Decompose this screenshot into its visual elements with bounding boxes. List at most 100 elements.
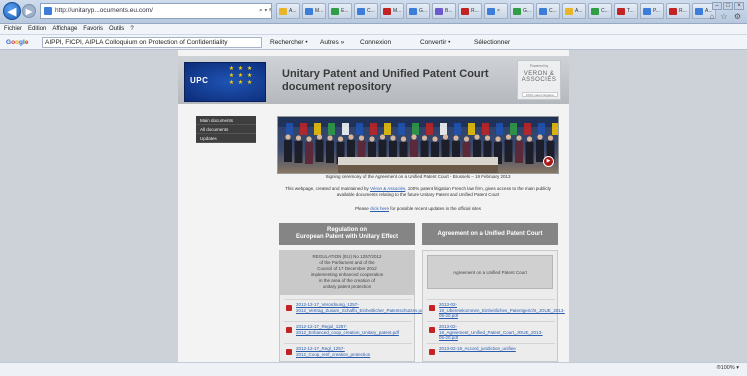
person-head-shape [505, 134, 512, 140]
menu-affichage[interactable]: Affichage [52, 24, 77, 34]
back-button[interactable]: ◀ [3, 2, 21, 20]
tab-label: R... [471, 8, 479, 14]
person-head-shape [516, 135, 522, 141]
person-head-shape [348, 134, 354, 140]
pdf-icon [429, 327, 435, 333]
browser-tab[interactable]: A... [276, 3, 300, 19]
browser-tab[interactable]: C... [588, 3, 612, 19]
agreement-heading: Agreement on a Unified Patent Court [427, 255, 553, 289]
browser-tab[interactable]: R... [666, 3, 690, 19]
site-favicon-icon [44, 7, 52, 15]
nav-all-documents[interactable]: All documents [196, 125, 256, 134]
tab-favicon-icon [643, 8, 651, 15]
veron-link[interactable]: Véron & Associés [370, 186, 405, 191]
page-viewport[interactable]: UPC ★ ★ ★ ★ ★ ★ ★ ★ ★ Unitary Patent and… [0, 50, 747, 362]
person-head-shape [327, 135, 333, 141]
click-here-link[interactable]: click here [370, 206, 389, 211]
regulation-button[interactable]: Regulation on European Patent with Unita… [279, 223, 415, 245]
close-button[interactable]: × [734, 2, 744, 10]
google-toolbar: Google AIPPI, FICPI, AIPLA Colloquium on… [0, 35, 747, 50]
person-head-shape [463, 136, 470, 142]
tab-favicon-icon [539, 8, 547, 15]
pdf-icon [286, 327, 292, 333]
tab-favicon-icon [695, 8, 703, 15]
browser-tab[interactable]: × [484, 3, 508, 19]
menu-help[interactable]: ? [130, 24, 133, 34]
convertir-button[interactable]: Convertir • [420, 35, 450, 50]
partner-logo[interactable]: Powered by VERON & ASSOCIÉS 100% patent … [517, 60, 561, 100]
tab-strip: A... M... E... C... M... G... B... R... × G... C..… [276, 3, 716, 21]
browser-tab[interactable]: B... [432, 3, 456, 19]
tab-favicon-icon [513, 8, 521, 15]
side-navigation: Main documents All documents Updates [196, 116, 256, 143]
signing-ceremony-photo: ▶ [277, 116, 559, 174]
rechercher-button[interactable]: Rechercher • [270, 35, 308, 50]
browser-tab[interactable]: M... [380, 3, 404, 19]
browser-tab[interactable]: A... [562, 3, 586, 19]
browser-tab[interactable]: M... [302, 3, 326, 19]
person-head-shape [306, 136, 312, 142]
play-icon[interactable]: ▶ [543, 156, 554, 167]
person-body-shape [515, 141, 523, 163]
flag-shape [524, 123, 531, 135]
minimize-button[interactable]: – [712, 2, 722, 10]
connexion-button[interactable]: Connexion [360, 35, 391, 50]
document-link[interactable]: 2013-02-19_Agreement_Unified_Patent_Cour… [439, 324, 549, 341]
person-body-shape [326, 141, 334, 163]
browser-tab[interactable]: R... [458, 3, 482, 19]
tab-label: M... [393, 8, 402, 14]
browser-tab[interactable]: E... [328, 3, 352, 19]
flag-shape [496, 123, 503, 135]
flag-shape [482, 123, 489, 135]
document-item: 2013-02-19_Ubereinkommen_Einheitliches_P… [427, 299, 565, 319]
nav-main-documents[interactable]: Main documents [196, 116, 256, 125]
tab-favicon-icon [565, 8, 573, 15]
tab-favicon-icon [305, 8, 313, 15]
home-star-gear-icons[interactable]: ⌂ ☆ ⚙ [709, 12, 743, 21]
browser-tab[interactable]: T... [614, 3, 638, 19]
document-link[interactable]: 2013-02-19_Accord_juridiction_unifiee [439, 346, 549, 352]
person-head-shape [369, 136, 375, 142]
menu-favoris[interactable]: Favoris [83, 24, 103, 34]
address-actions-icon[interactable]: ⌕ ▾ ≡ ↻ [259, 4, 271, 18]
browser-tab[interactable]: P... [640, 3, 664, 19]
person-head-shape [295, 135, 302, 141]
flag-shape [356, 123, 363, 135]
upc-logo[interactable]: UPC ★ ★ ★ ★ ★ ★ ★ ★ ★ [184, 62, 266, 102]
nav-updates[interactable]: Updates [196, 134, 256, 143]
browser-tab[interactable]: C... [536, 3, 560, 19]
tab-favicon-icon [435, 8, 443, 15]
status-bar: ®100% ▾ [0, 362, 747, 376]
forward-button[interactable]: ▶ [22, 4, 36, 18]
agreement-button[interactable]: Agreement on a Unified Patent Court [422, 223, 558, 245]
menu-edition[interactable]: Edition [28, 24, 46, 34]
menu-outils[interactable]: Outils [109, 24, 124, 34]
document-link[interactable]: 2012-12-17_Verordnung_1257-2012_Vertrag_… [296, 302, 425, 313]
document-link[interactable]: 2013-02-19_Ubereinkommen_Einheitliches_P… [439, 302, 565, 319]
person-head-shape [495, 136, 501, 142]
flag-shape [454, 123, 461, 135]
zoom-control[interactable]: ®100% ▾ [717, 365, 739, 371]
person-head-shape [285, 134, 291, 140]
document-link[interactable]: 2012-12-17_Regul_1257-2012_Enhanced_coop… [296, 324, 406, 335]
address-bar[interactable]: http://unitaryp...ocuments.eu.com/ ⌕ ▾ ≡… [40, 3, 272, 19]
browser-tab[interactable]: G... [510, 3, 534, 19]
maximize-button[interactable]: □ [723, 2, 733, 10]
google-search-input[interactable]: AIPPI, FICPI, AIPLA Colloquium on Protec… [42, 37, 262, 48]
selectionner-button[interactable]: Sélectionner [474, 35, 510, 50]
autres-button[interactable]: Autres » [320, 35, 344, 50]
intro-text: This webpage, created and maintained by … [285, 186, 551, 197]
flag-shape [328, 123, 335, 135]
document-item: 2013-02-19_Agreement_Unified_Patent_Cour… [427, 321, 555, 341]
tab-favicon-icon [409, 8, 417, 15]
document-link[interactable]: 2012-12-17_Regl_1257-2012_Coop_renf_crea… [296, 346, 406, 357]
regulation-heading: REGULATION (EU) No 1257/2012 of the Parl… [280, 251, 414, 295]
regulation-panel: REGULATION (EU) No 1257/2012 of the Parl… [279, 250, 425, 362]
person-head-shape [442, 134, 449, 140]
menu-fichier[interactable]: Fichier [4, 24, 22, 34]
tab-favicon-icon [461, 8, 469, 15]
browser-tab[interactable]: C... [354, 3, 378, 19]
tab-label: C... [367, 8, 375, 14]
browser-tab[interactable]: G... [406, 3, 430, 19]
person-body-shape [315, 140, 324, 162]
